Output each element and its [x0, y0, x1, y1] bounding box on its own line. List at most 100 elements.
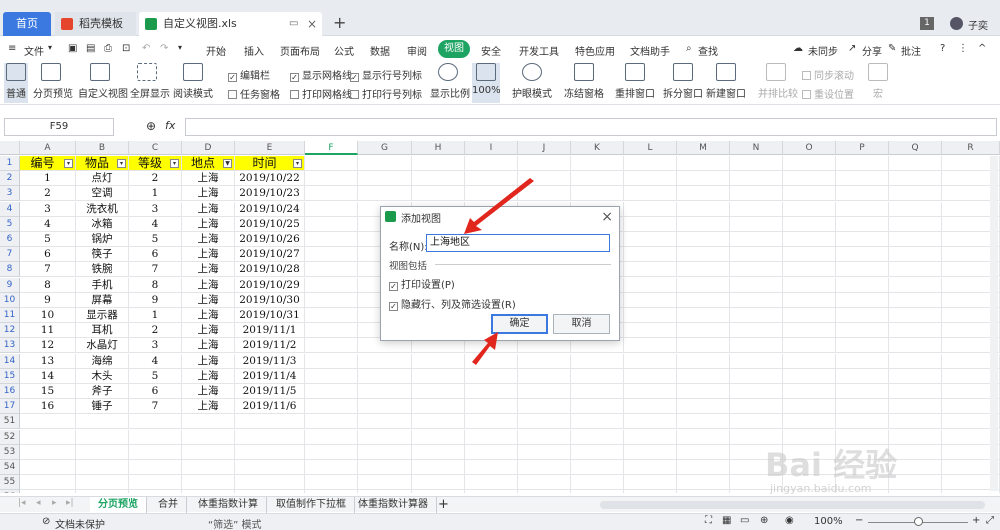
menu-doc-assistant[interactable]: 文档助手: [630, 43, 670, 58]
table-cell[interactable]: 2019/10/26: [235, 232, 305, 247]
table-cell[interactable]: [889, 292, 942, 308]
row-header[interactable]: 7: [0, 247, 20, 263]
table-cell[interactable]: [182, 414, 235, 430]
table-cell[interactable]: [20, 460, 76, 475]
row-header[interactable]: 56: [0, 490, 20, 493]
table-cell[interactable]: 15: [20, 384, 76, 399]
menu-view[interactable]: 视图: [438, 40, 470, 58]
menu-page-layout[interactable]: 页面布局: [280, 43, 320, 58]
normal-view-button[interactable]: 普通: [4, 63, 28, 103]
table-cell[interactable]: [235, 475, 305, 491]
filter-dropdown-icon[interactable]: ▾: [64, 159, 73, 168]
table-cell[interactable]: 7: [129, 262, 182, 278]
menu-data[interactable]: 数据: [370, 43, 390, 58]
column-header-p[interactable]: P: [836, 141, 889, 155]
table-cell[interactable]: 5: [129, 368, 182, 384]
cancel-button[interactable]: 取消: [553, 314, 610, 334]
table-cell[interactable]: [305, 429, 358, 445]
table-cell[interactable]: [677, 232, 730, 247]
sheet-tab-merge[interactable]: 合并: [150, 497, 187, 513]
column-header-j[interactable]: J: [518, 141, 571, 155]
ok-button[interactable]: 确定: [491, 314, 548, 334]
table-cell[interactable]: 空调: [76, 186, 129, 202]
table-cell[interactable]: [20, 490, 76, 493]
table-cell[interactable]: 上海: [182, 308, 235, 323]
add-sheet-icon[interactable]: +: [438, 497, 449, 512]
table-cell[interactable]: [730, 384, 783, 399]
zoom-level[interactable]: 100%: [814, 516, 843, 527]
table-cell[interactable]: [412, 414, 465, 430]
table-cell[interactable]: 7: [129, 399, 182, 415]
column-header-k[interactable]: K: [571, 141, 624, 155]
table-cell[interactable]: [889, 308, 942, 323]
table-cell[interactable]: [571, 384, 624, 399]
table-cell[interactable]: [677, 490, 730, 493]
table-cell[interactable]: [76, 490, 129, 493]
column-header-n[interactable]: N: [730, 141, 783, 155]
last-sheet-icon[interactable]: ▸|: [66, 498, 74, 508]
table-cell[interactable]: [624, 186, 677, 202]
table-cell[interactable]: [182, 475, 235, 491]
table-cell[interactable]: [836, 384, 889, 399]
table-cell[interactable]: [730, 353, 783, 369]
table-cell[interactable]: [129, 414, 182, 430]
table-cell[interactable]: [358, 353, 412, 369]
table-cell[interactable]: [836, 323, 889, 339]
table-cell[interactable]: [358, 429, 412, 445]
table-cell[interactable]: [677, 460, 730, 475]
table-cell[interactable]: [412, 353, 465, 369]
table-cell[interactable]: [677, 156, 730, 171]
new-tab-icon[interactable]: +: [333, 13, 346, 32]
table-cell[interactable]: 1: [129, 186, 182, 202]
table-cell[interactable]: [20, 414, 76, 430]
menu-security[interactable]: 安全: [481, 43, 501, 58]
table-cell[interactable]: [783, 201, 836, 217]
table-cell[interactable]: 8: [20, 277, 76, 293]
table-cell[interactable]: [305, 323, 358, 339]
table-cell[interactable]: [889, 186, 942, 202]
table-cell[interactable]: 14: [20, 368, 76, 384]
table-cell[interactable]: [571, 368, 624, 384]
table-cell[interactable]: [730, 368, 783, 384]
table-cell[interactable]: [624, 277, 677, 293]
table-cell[interactable]: [571, 444, 624, 460]
menu-review[interactable]: 审阅: [407, 43, 427, 58]
table-cell[interactable]: 锤子: [76, 399, 129, 415]
table-cell[interactable]: 2: [20, 186, 76, 202]
protection-status[interactable]: 文档未保护: [55, 516, 105, 530]
row-header[interactable]: 14: [0, 353, 20, 369]
menu-start[interactable]: 开始: [206, 43, 226, 58]
header-cell[interactable]: 时间 ▾: [235, 156, 305, 171]
table-cell[interactable]: [571, 156, 624, 171]
table-cell[interactable]: [783, 262, 836, 278]
header-cell[interactable]: 物品 ▾: [76, 156, 129, 171]
table-cell[interactable]: [465, 353, 518, 369]
row-header[interactable]: 2: [0, 171, 20, 187]
table-cell[interactable]: [677, 414, 730, 430]
table-cell[interactable]: [677, 399, 730, 415]
table-cell[interactable]: 4: [129, 216, 182, 232]
row-header[interactable]: 9: [0, 277, 20, 293]
dialog-close-icon[interactable]: ×: [601, 209, 613, 225]
table-cell[interactable]: 2019/11/6: [235, 399, 305, 415]
header-cell[interactable]: 地点 ▼: [182, 156, 235, 171]
table-cell[interactable]: 8: [129, 277, 182, 293]
table-cell[interactable]: 木头: [76, 368, 129, 384]
column-header-e[interactable]: E: [235, 141, 305, 155]
sync-status[interactable]: 未同步: [808, 43, 838, 58]
table-cell[interactable]: [465, 186, 518, 202]
menu-file[interactable]: 文件: [24, 43, 44, 58]
table-cell[interactable]: 斧子: [76, 384, 129, 399]
table-cell[interactable]: [465, 399, 518, 415]
table-cell[interactable]: [624, 353, 677, 369]
table-cell[interactable]: [358, 368, 412, 384]
zoom-in-icon[interactable]: +: [972, 515, 980, 526]
table-cell[interactable]: [129, 490, 182, 493]
table-cell[interactable]: [305, 414, 358, 430]
table-cell[interactable]: 2019/10/30: [235, 292, 305, 308]
page-layout-icon[interactable]: ▭: [740, 515, 749, 526]
table-cell[interactable]: [182, 444, 235, 460]
name-box[interactable]: F59: [4, 118, 114, 136]
table-cell[interactable]: 锅炉: [76, 232, 129, 247]
row-header[interactable]: 11: [0, 308, 20, 323]
